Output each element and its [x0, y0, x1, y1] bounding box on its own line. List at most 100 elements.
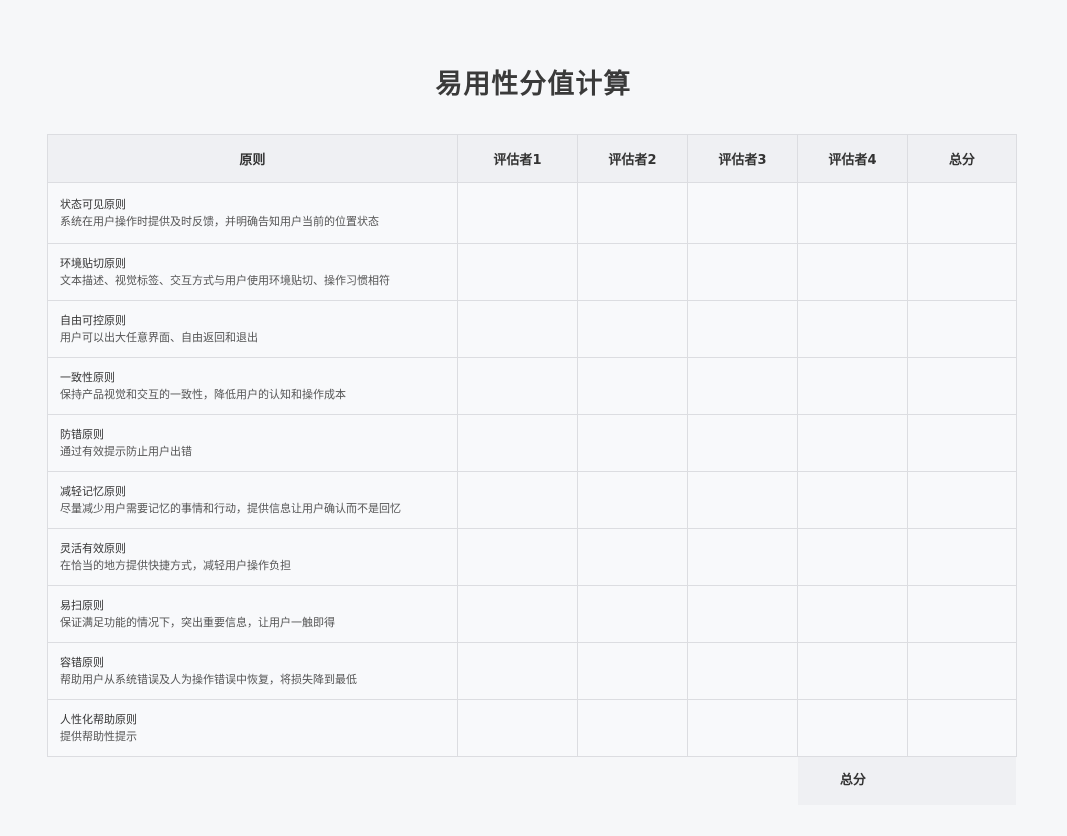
- evaluator-3-score-cell[interactable]: [687, 699, 798, 757]
- principle-name: 一致性原则: [60, 371, 115, 384]
- row-total-score-cell[interactable]: [907, 585, 1017, 643]
- evaluator-4-score-cell[interactable]: [797, 471, 908, 529]
- evaluator-3-score-cell[interactable]: [687, 357, 798, 415]
- principle-name: 防错原则: [60, 428, 104, 441]
- principle-description: 保证满足功能的情况下，突出重要信息，让用户一触即得: [60, 616, 335, 629]
- table-row: 人性化帮助原则 提供帮助性提示: [47, 699, 1017, 757]
- evaluator-2-score-cell[interactable]: [577, 699, 688, 757]
- table-row: 防错原则通过有效提示防止用户出错: [47, 414, 1017, 472]
- evaluator-4-score-cell[interactable]: [797, 414, 908, 472]
- principle-name: 自由可控原则: [60, 314, 126, 327]
- table-row: 环境贴切原则文本描述、视觉标签、交互方式与用户使用环境贴切、操作习惯相符: [47, 243, 1017, 301]
- evaluator-2-score-cell[interactable]: [577, 300, 688, 358]
- grand-total-value[interactable]: [908, 757, 1016, 805]
- evaluator-1-score-cell[interactable]: [457, 585, 578, 643]
- evaluator-2-score-cell[interactable]: [577, 182, 688, 244]
- principle-cell: 灵活有效原则 在恰当的地方提供快捷方式，减轻用户操作负担: [47, 528, 458, 586]
- header-principle: 原则: [47, 134, 458, 183]
- row-total-score-cell[interactable]: [907, 642, 1017, 700]
- principle-name: 减轻记忆原则: [60, 485, 126, 498]
- evaluator-1-score-cell[interactable]: [457, 528, 578, 586]
- evaluator-3-score-cell[interactable]: [687, 471, 798, 529]
- header-total: 总分: [907, 134, 1017, 183]
- evaluator-4-score-cell[interactable]: [797, 528, 908, 586]
- principle-name: 人性化帮助原则: [60, 713, 137, 726]
- row-total-score-cell[interactable]: [907, 528, 1017, 586]
- row-total-score-cell[interactable]: [907, 357, 1017, 415]
- evaluator-3-score-cell[interactable]: [687, 182, 798, 244]
- table-row: 减轻记忆原则尽量减少用户需要记忆的事情和行动，提供信息让用户确认而不是回忆: [47, 471, 1017, 529]
- grand-total-label: 总分: [839, 773, 866, 788]
- principle-name: 环境贴切原则: [60, 257, 126, 270]
- principle-cell: 一致性原则保持产品视觉和交互的一致性，降低用户的认知和操作成本: [47, 357, 458, 415]
- principle-description: 文本描述、视觉标签、交互方式与用户使用环境贴切、操作习惯相符: [60, 274, 390, 287]
- grand-total-box: 总分: [798, 757, 1016, 805]
- evaluator-4-score-cell[interactable]: [797, 243, 908, 301]
- usability-score-table: 原则 评估者1 评估者2 评估者3 评估者4 总分 状态可见原则系统在用户操作时…: [47, 134, 1017, 757]
- principle-cell: 状态可见原则系统在用户操作时提供及时反馈，并明确告知用户当前的位置状态: [47, 182, 458, 244]
- evaluator-3-score-cell[interactable]: [687, 243, 798, 301]
- principle-cell: 人性化帮助原则 提供帮助性提示: [47, 699, 458, 757]
- row-total-score-cell[interactable]: [907, 243, 1017, 301]
- evaluator-2-score-cell[interactable]: [577, 642, 688, 700]
- evaluator-1-score-cell[interactable]: [457, 243, 578, 301]
- row-total-score-cell[interactable]: [907, 699, 1017, 757]
- principle-cell: 易扫原则保证满足功能的情况下，突出重要信息，让用户一触即得: [47, 585, 458, 643]
- evaluator-1-score-cell[interactable]: [457, 414, 578, 472]
- evaluator-4-score-cell[interactable]: [797, 182, 908, 244]
- row-total-score-cell[interactable]: [907, 471, 1017, 529]
- principle-cell: 环境贴切原则文本描述、视觉标签、交互方式与用户使用环境贴切、操作习惯相符: [47, 243, 458, 301]
- principle-name: 易扫原则: [60, 599, 104, 612]
- evaluator-1-score-cell[interactable]: [457, 357, 578, 415]
- principle-description: 提供帮助性提示: [60, 730, 137, 743]
- table-row: 自由可控原则用户可以出大任意界面、自由返回和退出: [47, 300, 1017, 358]
- principle-description: 系统在用户操作时提供及时反馈，并明确告知用户当前的位置状态: [60, 215, 379, 228]
- evaluator-2-score-cell[interactable]: [577, 585, 688, 643]
- evaluator-4-score-cell[interactable]: [797, 357, 908, 415]
- evaluator-4-score-cell[interactable]: [797, 642, 908, 700]
- principle-description: 保持产品视觉和交互的一致性，降低用户的认知和操作成本: [60, 388, 346, 401]
- evaluator-3-score-cell[interactable]: [687, 414, 798, 472]
- table-header-row: 原则 评估者1 评估者2 评估者3 评估者4 总分: [47, 134, 1017, 183]
- row-total-score-cell[interactable]: [907, 182, 1017, 244]
- evaluator-3-score-cell[interactable]: [687, 642, 798, 700]
- principle-cell: 容错原则帮助用户从系统错误及人为操作错误中恢复，将损失降到最低: [47, 642, 458, 700]
- evaluator-4-score-cell[interactable]: [797, 300, 908, 358]
- principle-name: 状态可见原则: [60, 198, 126, 211]
- evaluator-3-score-cell[interactable]: [687, 528, 798, 586]
- principle-description: 在恰当的地方提供快捷方式，减轻用户操作负担: [60, 559, 291, 572]
- evaluator-1-score-cell[interactable]: [457, 471, 578, 529]
- evaluator-1-score-cell[interactable]: [457, 182, 578, 244]
- evaluator-1-score-cell[interactable]: [457, 642, 578, 700]
- principle-description: 通过有效提示防止用户出错: [60, 445, 192, 458]
- table-row: 灵活有效原则 在恰当的地方提供快捷方式，减轻用户操作负担: [47, 528, 1017, 586]
- header-evaluator-3: 评估者3: [687, 134, 798, 183]
- evaluator-4-score-cell[interactable]: [797, 699, 908, 757]
- principle-name: 容错原则: [60, 656, 104, 669]
- evaluator-2-score-cell[interactable]: [577, 414, 688, 472]
- header-evaluator-4: 评估者4: [797, 134, 908, 183]
- principle-description: 帮助用户从系统错误及人为操作错误中恢复，将损失降到最低: [60, 673, 357, 686]
- evaluator-1-score-cell[interactable]: [457, 699, 578, 757]
- row-total-score-cell[interactable]: [907, 300, 1017, 358]
- principle-description: 尽量减少用户需要记忆的事情和行动，提供信息让用户确认而不是回忆: [60, 502, 401, 515]
- table-row: 易扫原则保证满足功能的情况下，突出重要信息，让用户一触即得: [47, 585, 1017, 643]
- principle-description: 用户可以出大任意界面、自由返回和退出: [60, 331, 258, 344]
- evaluator-2-score-cell[interactable]: [577, 357, 688, 415]
- evaluator-3-score-cell[interactable]: [687, 585, 798, 643]
- principle-cell: 自由可控原则用户可以出大任意界面、自由返回和退出: [47, 300, 458, 358]
- evaluator-3-score-cell[interactable]: [687, 300, 798, 358]
- evaluator-2-score-cell[interactable]: [577, 528, 688, 586]
- evaluator-1-score-cell[interactable]: [457, 300, 578, 358]
- evaluator-2-score-cell[interactable]: [577, 243, 688, 301]
- table-row: 容错原则帮助用户从系统错误及人为操作错误中恢复，将损失降到最低: [47, 642, 1017, 700]
- page-title: 易用性分值计算: [435, 69, 632, 100]
- principle-cell: 减轻记忆原则尽量减少用户需要记忆的事情和行动，提供信息让用户确认而不是回忆: [47, 471, 458, 529]
- row-total-score-cell[interactable]: [907, 414, 1017, 472]
- principle-cell: 防错原则通过有效提示防止用户出错: [47, 414, 458, 472]
- evaluator-2-score-cell[interactable]: [577, 471, 688, 529]
- header-evaluator-1: 评估者1: [457, 134, 578, 183]
- table-row: 状态可见原则系统在用户操作时提供及时反馈，并明确告知用户当前的位置状态: [47, 182, 1017, 244]
- evaluator-4-score-cell[interactable]: [797, 585, 908, 643]
- table-row: 一致性原则保持产品视觉和交互的一致性，降低用户的认知和操作成本: [47, 357, 1017, 415]
